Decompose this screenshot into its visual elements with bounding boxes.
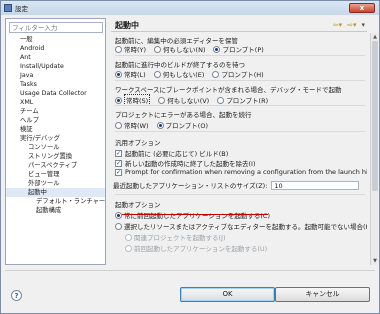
- group-label: プロジェクトにエラーがある場合、起動を続行: [115, 111, 252, 119]
- divider: [5, 270, 375, 271]
- help-button[interactable]: ?: [11, 290, 22, 301]
- title-bar: 設定 x: [1, 1, 379, 15]
- page-content: 起動前に、編集中の必須エディターを保管 常時(Y) 何もしない(N) プロンプト…: [111, 33, 367, 265]
- ok-button[interactable]: OK: [180, 287, 275, 302]
- divider: [115, 80, 365, 81]
- tree-item[interactable]: Tasks: [6, 80, 105, 89]
- forward-arrow-icon[interactable]: ⇨▾: [347, 21, 356, 29]
- tree-item[interactable]: ストリング置換: [6, 152, 105, 161]
- radio-always[interactable]: 常時(L): [115, 69, 146, 79]
- tree-item[interactable]: デフォルト・ランチャー: [6, 197, 105, 206]
- tree-item[interactable]: チーム: [6, 107, 105, 116]
- tree-item[interactable]: 検証: [6, 125, 105, 134]
- tree-item[interactable]: パースペクティブ: [6, 161, 105, 170]
- history-size-label: 最近起動したアプリケーション・リストのサイズ(Z):: [113, 182, 268, 190]
- tree-item[interactable]: 一般: [6, 35, 105, 44]
- tree-item[interactable]: XML: [6, 98, 105, 107]
- tree-item[interactable]: Java: [6, 71, 105, 80]
- radio-launch-previous[interactable]: 常に前回起動したアプリケーションを起動する(C): [115, 210, 270, 220]
- tree-item[interactable]: 起動構成: [6, 206, 105, 215]
- back-arrow-icon[interactable]: ⇦▾: [333, 21, 342, 29]
- radio-prompt[interactable]: プロンプト(O): [156, 120, 208, 130]
- radio-prompt[interactable]: プロンプト(P): [213, 44, 264, 54]
- radio-prompt[interactable]: プロンプト(R): [217, 95, 268, 105]
- checkbox: ✓: [115, 149, 122, 157]
- close-button[interactable]: x: [349, 3, 375, 13]
- tree-item[interactable]: 実行/デバッグ: [6, 134, 105, 143]
- group-label: 汎用オプション: [115, 139, 161, 147]
- save-editors-options: 常時(Y) 何もしない(N) プロンプト(P): [115, 44, 272, 54]
- highlight-underline: [122, 214, 268, 215]
- preference-tree-pane: フィルター入力 一般 Android Ant Install/Update Java Ta…: [5, 18, 106, 265]
- radio-launch-selected[interactable]: 選択したリソースまたはアクティブなエディターを起動する。起動可能でない場合(H)…: [115, 221, 367, 231]
- scroll-down-icon[interactable]: ▼: [372, 258, 378, 264]
- build-before-launch-checkbox[interactable]: ✓ 起動前に (必要に応じて) ビルド(B): [115, 148, 228, 158]
- checkbox: ✓: [115, 159, 122, 167]
- tree-item[interactable]: 外部ツール: [6, 179, 105, 188]
- preferences-window: 設定 x フィルター入力 一般 Android Ant Install/Update J…: [0, 0, 380, 314]
- tree-item[interactable]: Ant: [6, 53, 105, 62]
- divider: [115, 131, 365, 132]
- remove-terminated-checkbox[interactable]: ✓ 新しい起動の作成時に終了した起動を除去(I): [115, 158, 256, 168]
- radio-never[interactable]: 何もしない(E): [153, 69, 204, 79]
- group-label: ワークスペースにブレークポイントが含まれる場合、デバッグ・モードで起動: [115, 86, 342, 94]
- menu-icon[interactable]: ▾: [361, 21, 365, 29]
- checkbox: ✓: [115, 168, 122, 176]
- divider: [115, 55, 365, 56]
- filter-input[interactable]: フィルター入力: [9, 22, 103, 33]
- continue-errors-options: 常時(W) プロンプト(O): [115, 120, 216, 130]
- scroll-thumb[interactable]: [372, 41, 378, 191]
- divider: [115, 105, 365, 106]
- divider: [115, 194, 365, 195]
- group-label: 起動前に進行中のビルドが終了するのを待つ: [115, 61, 245, 69]
- wait-build-options: 常時(L) 何もしない(E) プロンプト(H): [115, 69, 272, 79]
- radio-never[interactable]: 何もしない(V): [158, 95, 209, 105]
- window-title: 設定: [15, 5, 28, 13]
- prompt-confirm-checkbox[interactable]: ✓ Prompt for confirmation when removing a…: [115, 168, 367, 176]
- page-title: 起動中: [115, 21, 139, 30]
- scroll-up-icon[interactable]: ▲: [372, 34, 378, 40]
- radio-never[interactable]: 何もしない(N): [154, 44, 205, 54]
- radio-always[interactable]: 常時(Y): [115, 44, 146, 54]
- cancel-button[interactable]: キャンセル: [275, 287, 370, 302]
- tree-item[interactable]: 起動中: [6, 188, 105, 197]
- history-size-row: 最近起動したアプリケーション・リストのサイズ(Z): 10: [113, 180, 360, 190]
- tree-item[interactable]: コンソール: [6, 143, 105, 152]
- radio-always[interactable]: 常時(W): [115, 120, 149, 130]
- page-nav: ⇦▾ ⇨▾ ▾: [333, 21, 365, 29]
- tree-item[interactable]: Install/Update: [6, 62, 105, 71]
- group-label: 起動オプション: [115, 201, 161, 209]
- preference-tree: 一般 Android Ant Install/Update Java Tasks Usage…: [6, 35, 105, 215]
- page-header: 起動中 ⇦▾ ⇨▾ ▾: [111, 18, 367, 32]
- tree-item[interactable]: ビュー管理: [6, 170, 105, 179]
- preference-page: 起動中 ⇦▾ ⇨▾ ▾ 起動前に、編集中の必須エディターを保管 常時(Y) 何も…: [111, 18, 378, 265]
- history-size-input[interactable]: 10: [271, 180, 360, 190]
- tree-item[interactable]: Android: [6, 44, 105, 53]
- radio-prompt[interactable]: プロンプト(H): [212, 69, 264, 79]
- tree-item[interactable]: Usage Data Collector: [6, 89, 105, 98]
- app-icon: [4, 4, 12, 12]
- radio-launch-previous-sub[interactable]: 前回起動したアプリケーションを起動する(U): [125, 243, 267, 253]
- vertical-scrollbar[interactable]: ▲ ▼: [370, 33, 378, 265]
- tree-item[interactable]: ヘルプ: [6, 116, 105, 125]
- radio-launch-associated[interactable]: 関連プロジェクトを起動する(J): [125, 232, 226, 242]
